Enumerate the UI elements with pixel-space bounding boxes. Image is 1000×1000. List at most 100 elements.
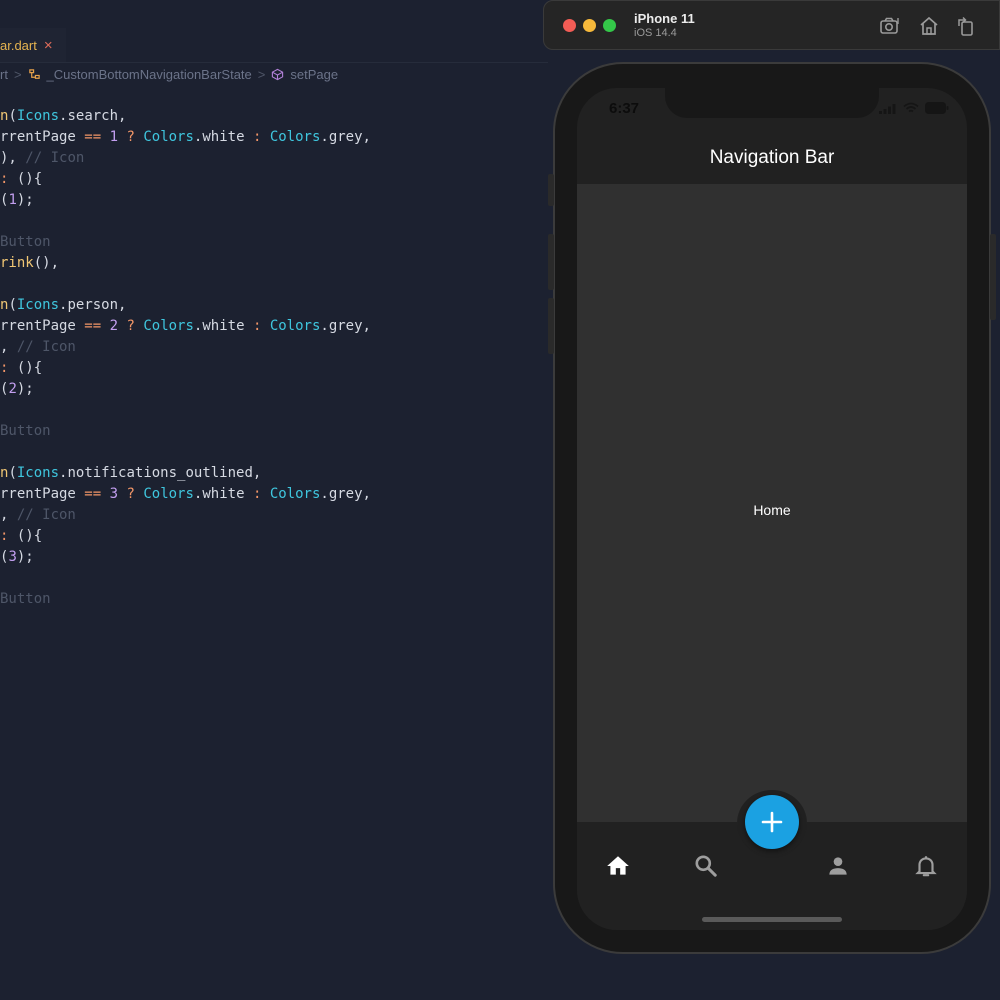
breadcrumb-method[interactable]: setPage	[290, 67, 338, 82]
code-token: .grey,	[320, 486, 371, 502]
code-token: .white	[193, 129, 253, 145]
breadcrumb: rt > _CustomBottomNavigationBarState > s…	[0, 64, 548, 84]
code-token: .white	[193, 486, 253, 502]
code-token: .search,	[59, 108, 127, 124]
nav-notifications-button[interactable]	[906, 846, 946, 886]
nav-person-button[interactable]	[818, 846, 858, 886]
search-icon	[695, 855, 717, 877]
code-line: rrentPage == 3 ? Colors.white : Colors.g…	[0, 484, 371, 505]
code-token: (	[8, 297, 17, 313]
code-token: // Icon	[25, 150, 85, 166]
code-token: 1	[109, 129, 119, 145]
code-token: 3	[109, 486, 119, 502]
code-token: (	[8, 465, 17, 481]
code-line: : (){	[0, 526, 371, 547]
code-token: Button	[0, 423, 51, 439]
nav-home-button[interactable]	[598, 846, 638, 886]
nav-search-button[interactable]	[686, 846, 726, 886]
code-token: Colors	[269, 129, 321, 145]
volume-down-button	[548, 298, 554, 354]
device-os-version: iOS 14.4	[634, 27, 677, 39]
power-button	[990, 234, 996, 320]
code-line: , // Icon	[0, 337, 371, 358]
code-token: ,	[0, 507, 17, 523]
code-token: rrentPage	[0, 486, 85, 502]
breadcrumb-file[interactable]: rt	[0, 67, 8, 82]
code-line: n(Icons.search,	[0, 106, 371, 127]
add-fab-button[interactable]	[745, 795, 799, 849]
code-token: rrentPage	[0, 129, 85, 145]
code-line: : (){	[0, 169, 371, 190]
simulator-toolbar: iPhone 11 iOS 14.4	[543, 0, 1000, 50]
minimize-window-button[interactable]	[583, 19, 596, 32]
code-token: ?	[126, 129, 135, 145]
signal-icon	[879, 104, 896, 114]
device-name: iPhone 11	[634, 11, 695, 26]
code-token: Colors	[143, 486, 194, 502]
code-token: .notifications_outlined,	[59, 465, 262, 481]
code-token: Colors	[143, 129, 194, 145]
code-content[interactable]: n(Icons.search, rrentPage == 1 ? Colors.w…	[0, 106, 371, 610]
phone-notch	[665, 88, 879, 118]
code-token: ?	[126, 318, 135, 334]
volume-up-button	[548, 234, 554, 290]
code-token: 2	[8, 381, 17, 397]
code-line: Button	[0, 589, 371, 610]
mute-switch	[548, 174, 554, 206]
rotate-icon[interactable]	[954, 14, 978, 38]
home-indicator[interactable]	[702, 917, 842, 922]
code-token: .grey,	[320, 129, 371, 145]
code-line: n(Icons.person,	[0, 295, 371, 316]
close-icon[interactable]: ×	[44, 37, 53, 54]
zoom-window-button[interactable]	[603, 19, 616, 32]
code-token: rink	[0, 255, 34, 271]
code-token: ==	[84, 486, 102, 502]
code-token: Colors	[269, 318, 321, 334]
code-line: Button	[0, 232, 371, 253]
phone-screen: 6:37 Navigation Bar Home	[577, 88, 967, 930]
home-icon	[607, 856, 629, 875]
code-token: Icons	[16, 297, 60, 313]
notifications-outlined-icon	[915, 856, 937, 877]
code-line: (1);	[0, 190, 371, 211]
home-icon[interactable]	[917, 14, 941, 38]
editor-tab-label: ar.dart	[0, 37, 37, 53]
editor-tab[interactable]: ar.dart ×	[0, 28, 66, 62]
code-token: Icons	[16, 108, 60, 124]
code-token: ==	[84, 318, 102, 334]
code-token: (){	[8, 171, 43, 187]
page-body-text: Home	[753, 502, 791, 518]
code-line: rrentPage == 2 ? Colors.white : Colors.g…	[0, 316, 371, 337]
close-window-button[interactable]	[563, 19, 576, 32]
code-token: ?	[126, 486, 135, 502]
status-time: 6:37	[609, 100, 640, 117]
wifi-icon	[903, 102, 919, 113]
code-token: .white	[193, 318, 253, 334]
code-token: (){	[8, 360, 43, 376]
code-token: (),	[33, 255, 60, 271]
code-token: );	[16, 192, 34, 208]
code-token: Button	[0, 591, 51, 607]
code-line: : (){	[0, 358, 371, 379]
code-line: , // Icon	[0, 505, 371, 526]
battery-icon	[925, 102, 949, 114]
screenshot-icon[interactable]	[878, 14, 902, 38]
code-token: .grey,	[320, 318, 371, 334]
code-token: ,	[0, 339, 17, 355]
page-body: Home	[577, 184, 967, 822]
code-line: Button	[0, 421, 371, 442]
code-token: rrentPage	[0, 318, 85, 334]
breadcrumb-separator: >	[13, 66, 22, 82]
app-bar-title: Navigation Bar	[709, 147, 835, 168]
breadcrumb-class[interactable]: _CustomBottomNavigationBarState	[47, 67, 252, 82]
code-token: .person,	[59, 297, 127, 313]
code-line: rrentPage == 1 ? Colors.white : Colors.g…	[0, 127, 371, 148]
code-token: Colors	[143, 318, 194, 334]
